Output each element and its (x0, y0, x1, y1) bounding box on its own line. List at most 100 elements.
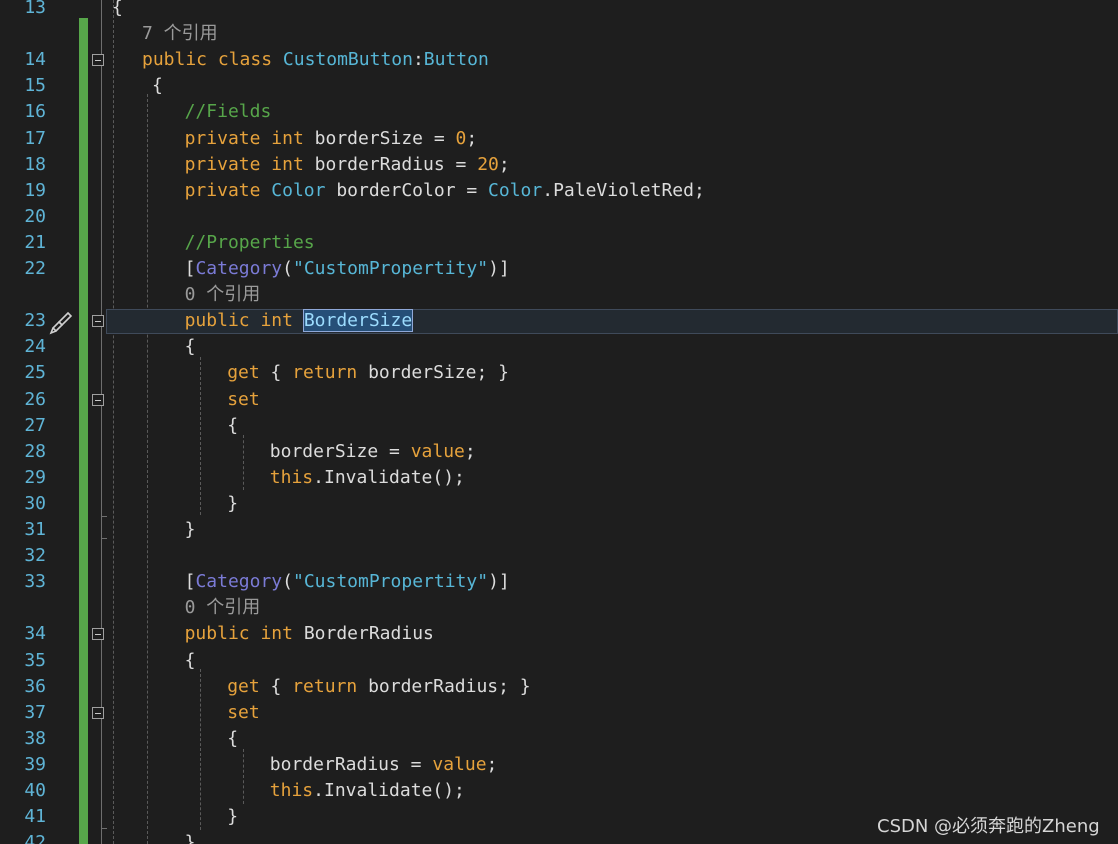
code-token: } (184, 519, 196, 540)
codelens-references[interactable]: 7 个引用 (142, 23, 218, 44)
code-token: .Invalidate(); (313, 466, 465, 488)
collapse-minus-icon[interactable] (92, 54, 104, 67)
code-token: borderRadius = (269, 753, 433, 775)
code-line[interactable]: 32 (0, 543, 1118, 569)
code-text: [Category("CustomPropertity")] (185, 569, 510, 595)
code-token: Color (488, 179, 543, 201)
code-line[interactable]: 27 { (0, 413, 1118, 439)
line-number: 17 (24, 127, 46, 149)
collapse-minus-icon[interactable] (92, 706, 104, 719)
code-line[interactable]: 23 public int BorderSize (0, 308, 1118, 334)
code-line[interactable]: 31} (0, 517, 1118, 543)
code-text: { (185, 648, 196, 674)
code-token: return (292, 675, 358, 697)
code-line[interactable]: 25 get { return borderSize; } (0, 360, 1118, 386)
code-token: 20 (477, 153, 499, 175)
code-text: { (227, 413, 238, 439)
code-token: ; (486, 753, 498, 775)
code-line[interactable]: 15 { (0, 73, 1118, 99)
code-text: this.Invalidate(); (270, 778, 465, 804)
code-line[interactable]: 40 this.Invalidate(); (0, 778, 1118, 804)
line-number: 29 (24, 466, 46, 488)
code-line[interactable]: 38 { (0, 726, 1118, 752)
code-line[interactable]: 39 borderRadius = value; (0, 752, 1118, 778)
code-text: //Properties (185, 230, 315, 256)
line-number: 30 (24, 492, 46, 514)
code-text: private int borderRadius = 20; (185, 152, 510, 178)
code-line[interactable]: 17 private int borderSize = 0; (0, 126, 1118, 152)
line-number: 23 (24, 310, 46, 332)
code-token: Category (195, 258, 283, 279)
code-line[interactable]: 26 set (0, 387, 1118, 413)
line-number: 39 (24, 753, 46, 775)
code-token: value (410, 440, 465, 462)
code-line[interactable]: 37 set (0, 700, 1118, 726)
code-token: [ (184, 571, 196, 593)
line-number: 35 (24, 649, 46, 671)
line-number: 28 (24, 440, 46, 462)
code-line[interactable]: 28 borderSize = value; (0, 439, 1118, 465)
code-line[interactable]: 13 { (0, 0, 1118, 21)
line-number: 33 (24, 571, 46, 593)
code-comment: //Properties (184, 231, 315, 253)
line-number: 19 (24, 179, 46, 201)
code-line[interactable]: 20 (0, 204, 1118, 230)
code-token: { (227, 727, 239, 749)
line-number: 15 (24, 75, 46, 97)
line-number: 32 (24, 545, 46, 567)
code-text: this.Invalidate(); (270, 465, 465, 491)
code-line[interactable]: 18 private int borderRadius = 20; (0, 152, 1118, 178)
line-number: 27 (24, 414, 46, 436)
collapse-minus-icon[interactable] (92, 628, 104, 641)
code-token: int (260, 623, 293, 645)
code-comment: //Fields (184, 101, 272, 123)
code-line[interactable]: 24 { (0, 334, 1118, 360)
code-token: public (184, 623, 250, 645)
code-line[interactable]: 22 [Category("CustomPropertity")] (0, 256, 1118, 282)
code-editor[interactable]: 13 {7 个引用 14 public class CustomButton:Butt… (0, 0, 1118, 844)
code-text: borderRadius = value; (270, 752, 498, 778)
collapse-minus-icon[interactable] (92, 315, 104, 328)
code-text: } (227, 804, 238, 830)
code-token: public (184, 310, 250, 332)
code-token: } (227, 806, 239, 828)
code-token: "CustomPropertity" (292, 258, 489, 279)
code-token: borderColor = (325, 179, 489, 201)
code-text: 7 个引用 (142, 21, 218, 47)
code-text: private Color borderColor = Color.PaleVi… (185, 178, 705, 204)
code-line[interactable]: 19 private Color borderColor = Color.Pale… (0, 178, 1118, 204)
code-text: get { return borderSize; } (227, 360, 509, 386)
code-line[interactable]: 0 个引用 (0, 282, 1118, 308)
code-text: public int BorderRadius (185, 621, 434, 647)
code-line[interactable]: 16 //Fields (0, 99, 1118, 125)
code-line[interactable]: 21 //Properties (0, 230, 1118, 256)
code-line[interactable]: 7 个引用 (0, 21, 1118, 47)
code-line[interactable]: 35 { (0, 648, 1118, 674)
screwdriver-icon[interactable] (48, 310, 74, 336)
code-token: { (152, 75, 163, 97)
code-line[interactable]: 36 get { return borderRadius; } (0, 674, 1118, 700)
code-line[interactable]: 34 public int BorderRadius (0, 621, 1118, 647)
code-token: ( (282, 571, 293, 593)
code-line[interactable]: 29 this.Invalidate(); (0, 465, 1118, 491)
code-token: int (271, 153, 304, 175)
code-line[interactable]: 0 个引用 (0, 595, 1118, 621)
code-line[interactable]: 14 public class CustomButton:Button (0, 47, 1118, 73)
code-line[interactable]: 33 [Category("CustomPropertity")] (0, 569, 1118, 595)
code-text: //Fields (185, 99, 272, 125)
code-token: borderSize = (269, 440, 411, 462)
line-number: 18 (24, 153, 46, 175)
code-token: { (259, 362, 293, 384)
codelens-references[interactable]: 0 个引用 (185, 597, 261, 618)
code-token: private (184, 153, 261, 175)
collapse-minus-icon[interactable] (92, 393, 104, 406)
code-token: "CustomPropertity" (292, 571, 489, 593)
codelens-references[interactable]: 0 个引用 (185, 284, 261, 305)
code-token: )] (488, 571, 510, 593)
code-line[interactable]: 30} (0, 491, 1118, 517)
